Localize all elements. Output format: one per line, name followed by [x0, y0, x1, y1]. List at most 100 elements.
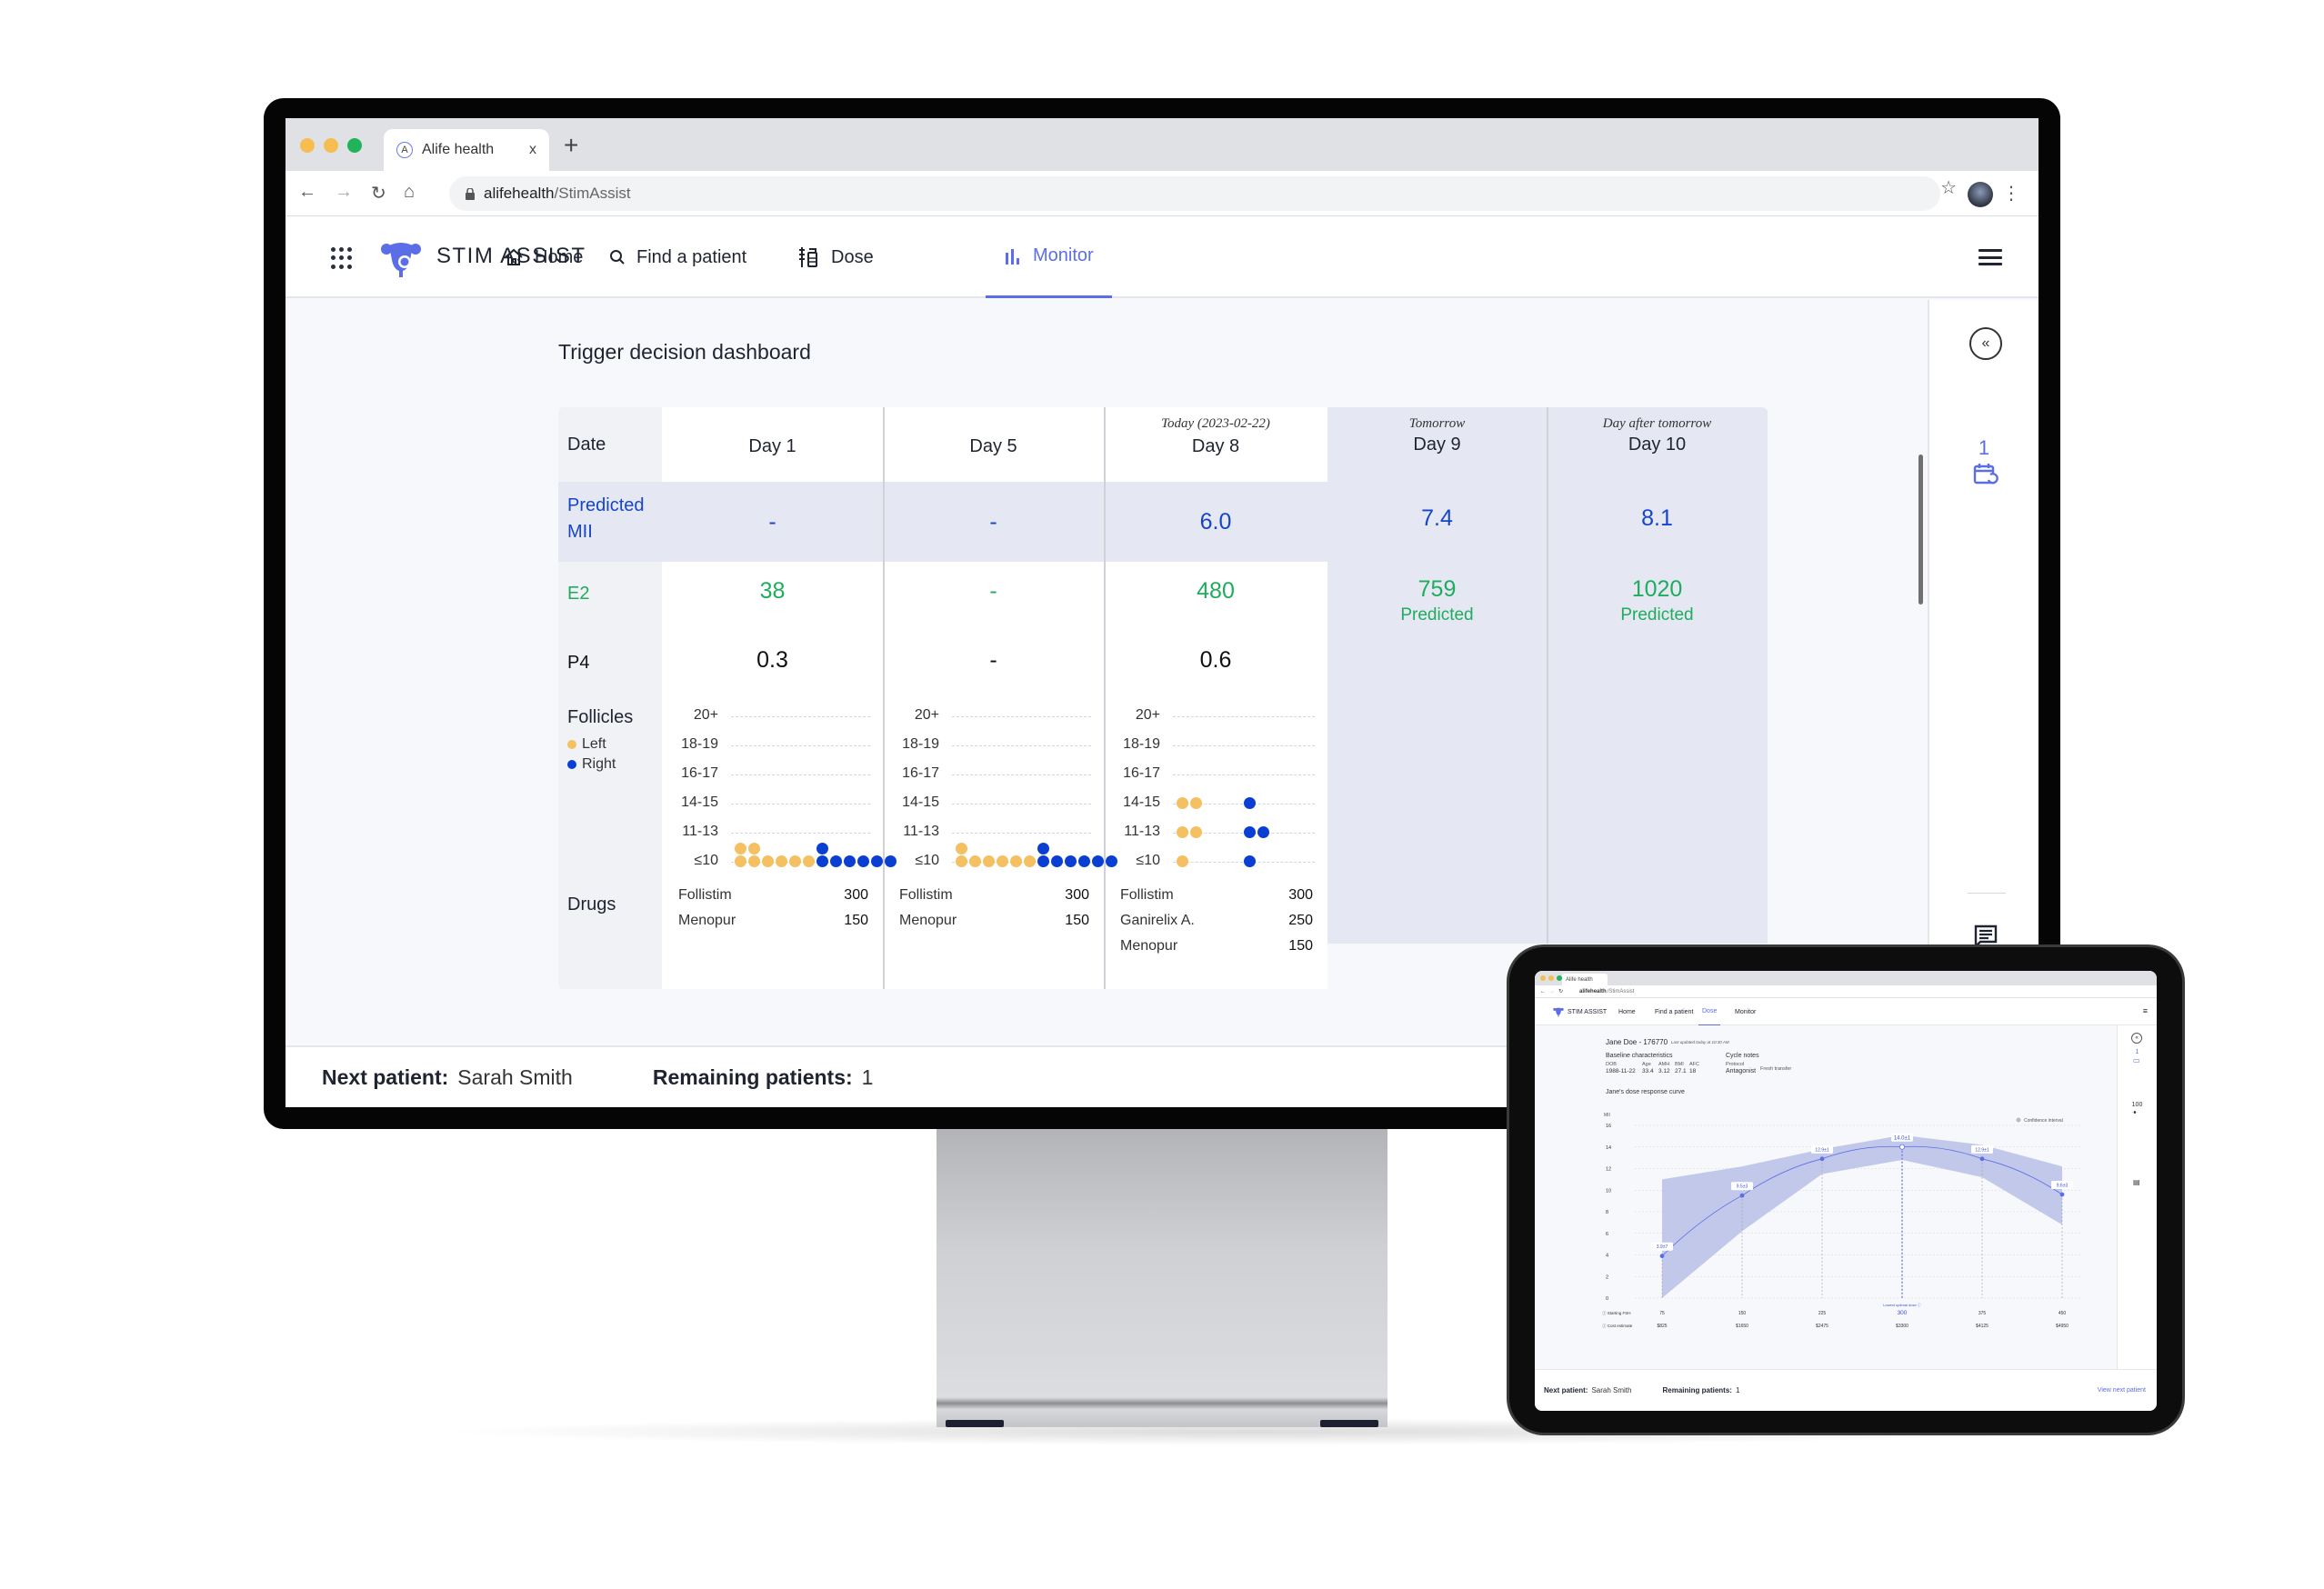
tablet-patients-count: 100	[2131, 1102, 2143, 1108]
tab-close-icon[interactable]: x	[529, 142, 536, 158]
cost-value: $1650	[1736, 1324, 1748, 1329]
home-icon	[505, 248, 523, 265]
baseline-value: 3.12	[1658, 1068, 1670, 1074]
drug-dose: 150	[844, 913, 868, 928]
follicle-gridline	[731, 745, 870, 746]
cost-row-label: ⓘ Cost estimate	[1602, 1323, 1633, 1329]
tablet-chart-title: Jane's dose response curve	[1606, 1089, 1685, 1095]
address-bar-row: ← → ↻ ⌂ alifehealth/StimAssist ☆ ⋮	[285, 171, 2039, 216]
minimize-window-button[interactable]	[324, 138, 338, 153]
column-day: Day 8	[1191, 435, 1240, 456]
tablet-browser-tab[interactable]: Alife health	[1562, 974, 1608, 985]
x-tick-label: 225	[1818, 1311, 1827, 1316]
follicle-bin-label: 18-19	[1123, 736, 1160, 752]
tablet-comment-icon[interactable]: ▤	[2133, 1178, 2140, 1186]
view-next-patient-link[interactable]: View next patient	[2098, 1387, 2146, 1394]
url-input[interactable]: alifehealth/StimAssist	[449, 176, 1940, 211]
y-tick-label: 12	[1606, 1167, 1611, 1173]
y-tick-label: 16	[1606, 1124, 1611, 1129]
tablet-close-dot[interactable]	[1540, 975, 1546, 981]
monitor-stand	[937, 1129, 1387, 1427]
reload-icon[interactable]: ↻	[371, 182, 386, 205]
follicle-dot-left	[1024, 855, 1036, 867]
close-window-button[interactable]	[300, 138, 315, 153]
tablet-url-input[interactable]: ← → ↻ alifehealth /StimAssist	[1535, 985, 2157, 998]
tablet-protocol-label: Protocol	[1726, 1062, 1745, 1067]
browser-tab[interactable]: A Alife health x	[384, 129, 549, 171]
follicle-dot-right	[1244, 855, 1256, 867]
profile-avatar[interactable]	[1968, 182, 1993, 207]
tablet-collapse-button[interactable]: «	[2131, 1033, 2142, 1044]
tablet-tab-bar: Alife health	[1535, 971, 2157, 985]
drug-name: Ganirelix A.	[1120, 913, 1195, 928]
vertical-scrollbar[interactable]	[1918, 455, 1923, 605]
follicle-bin-label: 18-19	[681, 736, 718, 752]
column-day: Day 5	[969, 435, 1017, 456]
reschedule-count: 1	[1978, 436, 1990, 459]
alife-favicon-icon: A	[396, 142, 413, 158]
follicle-gridline	[1173, 716, 1315, 717]
calendar-refresh-icon[interactable]	[1973, 462, 1998, 487]
follicle-bin-label: 16-17	[902, 765, 939, 781]
tablet-url-path: /StimAssist	[1607, 988, 1635, 994]
home-browser-icon[interactable]: ⌂	[404, 182, 415, 203]
tablet-minimize-dot[interactable]	[1548, 975, 1554, 981]
maximize-window-button[interactable]	[347, 138, 362, 153]
main-menu-icon[interactable]	[1978, 249, 2002, 265]
column-divider	[1104, 407, 1106, 989]
lock-icon	[466, 187, 475, 200]
forward-icon[interactable]: →	[335, 182, 353, 203]
legend-ci-label: Confidence interval	[2024, 1118, 2063, 1124]
browser-tab-bar: A Alife health x +	[285, 118, 2039, 171]
nav-monitor-label: Monitor	[1033, 245, 1094, 265]
new-tab-button[interactable]: +	[564, 131, 578, 160]
follicle-gridline	[1173, 745, 1315, 746]
back-icon[interactable]: ←	[298, 182, 316, 203]
tab-title: Alife health	[422, 142, 495, 157]
tablet-calendar-icon[interactable]: ▭	[2133, 1056, 2140, 1064]
tablet-nav-find-patient[interactable]: Find a patient	[1655, 998, 1693, 1025]
next-patient-value[interactable]: Sarah Smith	[457, 1065, 573, 1090]
baseline-value: 27.1	[1675, 1068, 1687, 1074]
nav-find-patient[interactable]: Find a patient	[609, 216, 746, 298]
column-day: Day 9	[1413, 434, 1461, 455]
follicle-gridline	[952, 716, 1091, 717]
follicle-dot-right	[1244, 797, 1256, 809]
predicted-mii-value: 8.1	[1641, 505, 1673, 531]
tablet-nav-monitor[interactable]: Monitor	[1735, 998, 1756, 1025]
data-label: 9.6±3	[2057, 1184, 2069, 1189]
cost-value: $3300	[1896, 1324, 1908, 1329]
baseline-value: 1988-11-22	[1606, 1068, 1636, 1074]
tablet-nav-home[interactable]: Home	[1618, 998, 1636, 1025]
follicle-gridline	[952, 833, 1091, 834]
y-tick-label: 8	[1606, 1210, 1608, 1215]
tablet-menu-icon[interactable]: ≡	[2143, 1006, 2148, 1015]
browser-menu-icon[interactable]: ⋮	[2002, 182, 2020, 205]
tablet-nav-dose[interactable]: Dose	[1698, 998, 1721, 1025]
tablet-window-controls	[1540, 975, 1562, 981]
legend-left: Left	[567, 736, 606, 753]
follicle-dot-right	[830, 855, 842, 867]
e2-value: 1020	[1631, 575, 1683, 602]
follicle-dot-left	[1177, 826, 1188, 838]
x-tick-label: 75	[1659, 1311, 1665, 1316]
legend-right-swatch	[567, 760, 576, 769]
next-patient-label: Next patient:	[322, 1064, 449, 1089]
nav-monitor[interactable]: Monitor	[986, 216, 1112, 298]
tablet-footer: Next patient: Sarah Smith Remaining pati…	[1535, 1369, 2157, 1411]
row-label-date: Date	[567, 435, 606, 455]
nav-home[interactable]: Home	[504, 216, 583, 298]
tablet-back-icon[interactable]: ←	[1540, 989, 1546, 994]
follicle-dot-right	[1078, 855, 1090, 867]
tablet-forward-icon[interactable]: →	[1549, 989, 1555, 994]
follicle-bin-label: 14-15	[902, 794, 939, 810]
nav-dose[interactable]: Dose	[796, 216, 874, 298]
bookmark-star-icon[interactable]: ☆	[1940, 176, 1957, 199]
follicle-dot-left	[803, 855, 815, 867]
comment-icon[interactable]	[1973, 924, 1998, 949]
tablet-reload-icon[interactable]: ↻	[1558, 988, 1563, 994]
apps-grid-icon[interactable]	[331, 247, 353, 269]
collapse-rail-button[interactable]: «	[1969, 327, 2002, 360]
x-axis-label: ⓘ Starting FSH	[1602, 1310, 1631, 1316]
p4-value: -	[989, 646, 997, 673]
